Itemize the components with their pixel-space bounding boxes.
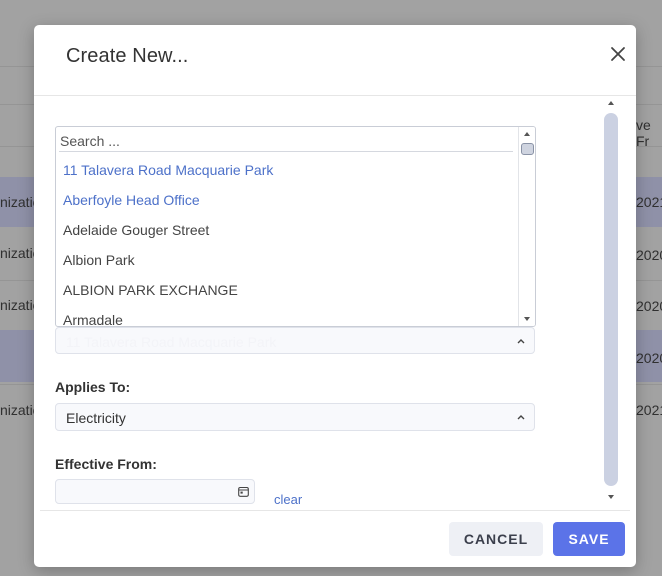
bg-cell: 2020: [636, 247, 662, 263]
location-search-input[interactable]: [59, 130, 513, 152]
bg-column-header: ve Fr: [636, 117, 651, 149]
close-icon[interactable]: [608, 44, 628, 64]
applies-to-label: Applies To:: [55, 379, 131, 395]
location-option[interactable]: Aberfoyle Head Office: [63, 192, 200, 208]
save-button[interactable]: SAVE: [553, 522, 625, 556]
modal-body-scrollbar[interactable]: [602, 97, 618, 507]
scroll-up-arrow-icon[interactable]: [608, 101, 614, 105]
header-divider: [34, 95, 636, 96]
scroll-down-arrow-icon[interactable]: [608, 495, 614, 499]
applies-to-select[interactable]: Electricity: [55, 403, 535, 431]
chevron-up-icon: [517, 339, 525, 344]
location-option[interactable]: Adelaide Gouger Street: [63, 222, 209, 238]
bg-cell: 2020: [636, 350, 662, 366]
scroll-up-arrow-icon[interactable]: [524, 132, 530, 136]
scroll-down-arrow-icon[interactable]: [524, 317, 530, 321]
location-option[interactable]: Albion Park: [63, 252, 135, 268]
bg-cell: 2021: [636, 194, 662, 210]
location-select[interactable]: 11 Talavera Road Macquarie Park: [55, 327, 535, 354]
dropdown-scroll-thumb[interactable]: [521, 143, 534, 155]
effective-from-input[interactable]: [55, 479, 255, 504]
bg-cell: 2021: [636, 402, 662, 418]
bg-cell: 2020: [636, 298, 662, 314]
modal-title: Create New...: [66, 45, 189, 67]
cancel-button[interactable]: CANCEL: [449, 522, 543, 556]
applies-to-value: Electricity: [66, 410, 126, 426]
calendar-icon[interactable]: [238, 486, 249, 497]
create-new-modal: Create New... 11 Talavera Road Macquarie…: [34, 25, 636, 567]
chevron-up-icon: [517, 415, 525, 420]
footer-divider: [40, 510, 630, 511]
dropdown-scrollbar[interactable]: [518, 127, 535, 326]
location-select-value: 11 Talavera Road Macquarie Park: [66, 334, 277, 350]
modal-scroll-thumb[interactable]: [604, 113, 618, 486]
effective-from-label: Effective From:: [55, 456, 157, 472]
location-option[interactable]: 11 Talavera Road Macquarie Park: [63, 162, 273, 178]
location-dropdown: 11 Talavera Road Macquarie Park Aberfoyl…: [55, 126, 536, 327]
clear-date-link[interactable]: clear: [274, 492, 302, 507]
location-option[interactable]: Armadale: [63, 312, 123, 326]
location-option[interactable]: ALBION PARK EXCHANGE: [63, 282, 238, 298]
